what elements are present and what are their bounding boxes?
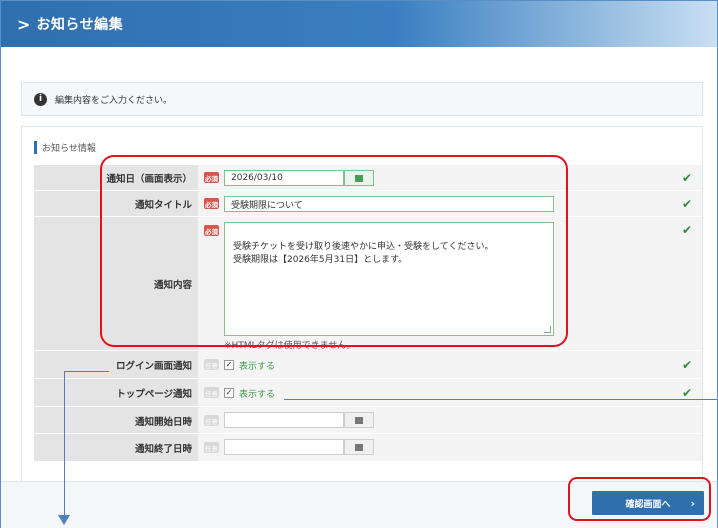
notify-content-text: 受験チケットを受け取り後速やかに申込・受験をしてください。 受験期限は【2026… [233, 242, 494, 265]
calendar-icon [355, 443, 363, 451]
page-frame: > お知らせ編集 i 編集内容をご入力ください。 お知らせ情報 通知日（画面表示… [0, 0, 718, 528]
end-date-label: 通知終了日時 [34, 434, 198, 461]
calendar-icon [355, 416, 363, 424]
chevron-right-icon: › [690, 496, 695, 510]
annotation-arrow-icon [58, 515, 70, 525]
calendar-icon [355, 174, 363, 182]
end-date-input[interactable] [224, 439, 344, 455]
top-notice-label: トップページ通知 [34, 379, 198, 407]
top-notice-cell: 任意 ✓ 表示する ✔ [198, 379, 702, 407]
row-end-date: 通知終了日時 任意 [34, 433, 702, 461]
row-notify-date: 通知日（画面表示） 必須 2026/03/10 ✔ [34, 164, 702, 191]
notify-content-textarea[interactable]: 受験チケットを受け取り後速やかに申込・受験をしてください。 受験期限は【2026… [224, 222, 554, 336]
row-notify-title: 通知タイトル 必須 受験期限について ✔ [34, 190, 702, 217]
start-date-label: 通知開始日時 [34, 407, 198, 434]
checkmark-icon: ✔ [681, 358, 692, 372]
section-title-label: お知らせ情報 [42, 143, 96, 154]
checkmark-icon: ✔ [681, 171, 692, 185]
notify-title-label: 通知タイトル [34, 191, 198, 217]
checkmark-icon: ✔ [681, 386, 692, 400]
optional-badge: 任意 [204, 415, 219, 426]
row-start-date: 通知開始日時 任意 [34, 406, 702, 434]
section-bar [34, 140, 37, 154]
info-panel: お知らせ情報 通知日（画面表示） 必須 2026/03/10 ✔ 通知タイトル [21, 126, 703, 483]
chevron-right-icon: > [17, 14, 31, 34]
notify-date-label: 通知日（画面表示） [34, 165, 198, 191]
login-notice-label: ログイン画面通知 [34, 351, 198, 379]
notify-content-label: 通知内容 [34, 217, 198, 351]
required-badge: 必須 [204, 225, 219, 236]
notice-box: i 編集内容をご入力ください。 [21, 82, 703, 116]
row-top-notice: トップページ通知 任意 ✓ 表示する ✔ [34, 378, 702, 407]
notify-title-input[interactable]: 受験期限について [224, 196, 554, 212]
end-date-cell: 任意 [198, 434, 702, 461]
confirm-button[interactable]: 確認画面へ › [592, 491, 704, 515]
login-notice-checkbox-label[interactable]: 表示する [239, 359, 275, 372]
checkmark-icon: ✔ [681, 223, 692, 237]
page-title: お知らせ編集 [36, 17, 124, 33]
annotation-line [64, 371, 109, 372]
confirm-button-label: 確認画面へ [625, 499, 671, 510]
info-icon: i [34, 92, 47, 106]
notify-date-input[interactable]: 2026/03/10 [224, 170, 344, 186]
required-badge: 必須 [204, 198, 219, 209]
annotation-line [64, 371, 65, 517]
optional-badge: 任意 [204, 359, 219, 370]
end-date-calendar-button[interactable] [344, 439, 374, 455]
notify-date-calendar-button[interactable] [344, 170, 374, 186]
annotation-line [284, 399, 717, 400]
top-notice-checkbox-label[interactable]: 表示する [239, 387, 275, 400]
start-date-input[interactable] [224, 412, 344, 428]
page-header: > お知らせ編集 [1, 1, 717, 47]
resize-handle-icon[interactable] [544, 326, 551, 333]
notify-date-cell: 必須 2026/03/10 ✔ [198, 165, 702, 191]
login-notice-checkbox[interactable]: ✓ [224, 360, 234, 370]
required-badge: 必須 [204, 172, 219, 183]
start-date-cell: 任意 [198, 407, 702, 434]
login-notice-cell: 任意 ✓ 表示する ✔ [198, 351, 702, 379]
notify-title-cell: 必須 受験期限について ✔ [198, 191, 702, 217]
checkmark-icon: ✔ [681, 197, 692, 211]
top-notice-checkbox[interactable]: ✓ [224, 388, 234, 398]
notify-content-cell: 必須 受験チケットを受け取り後速やかに申込・受験をしてください。 受験期限は【2… [198, 217, 702, 351]
row-notify-content: 通知内容 必須 受験チケットを受け取り後速やかに申込・受験をしてください。 受験… [34, 216, 702, 351]
optional-badge: 任意 [204, 442, 219, 453]
section-title: お知らせ情報 [34, 140, 96, 154]
optional-badge: 任意 [204, 387, 219, 398]
start-date-calendar-button[interactable] [344, 412, 374, 428]
row-login-notice: ログイン画面通知 任意 ✓ 表示する ✔ [34, 350, 702, 379]
notice-text: 編集内容をご入力ください。 [55, 95, 173, 106]
